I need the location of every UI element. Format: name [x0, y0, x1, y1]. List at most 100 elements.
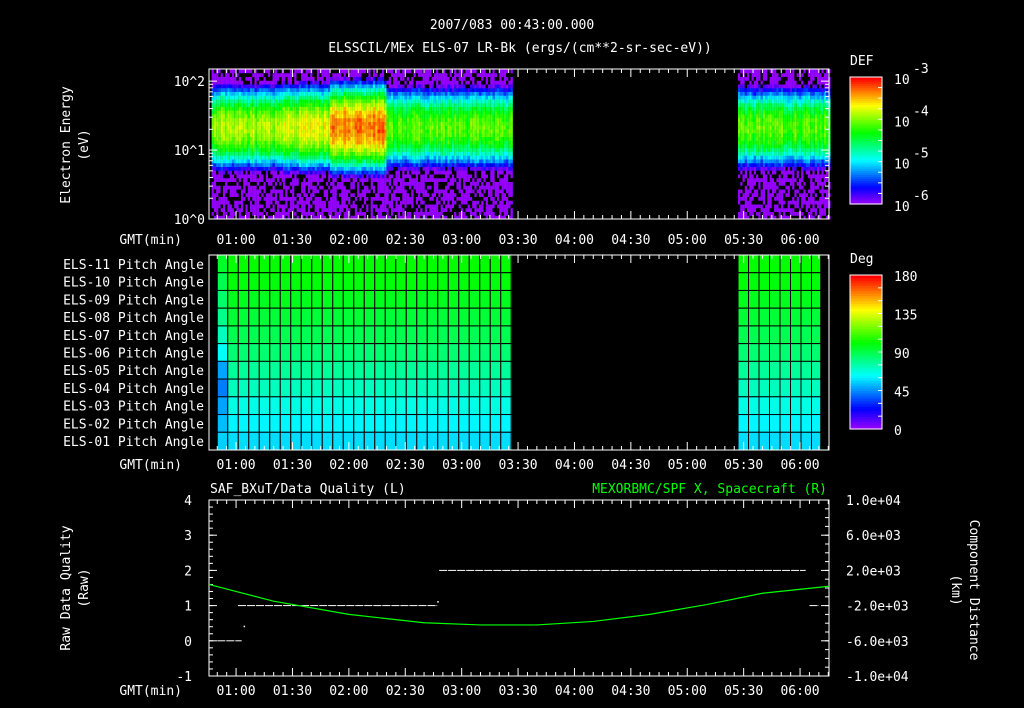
spectrogram-cell — [458, 185, 461, 190]
spectrogram-cell — [341, 185, 344, 190]
spectrogram-cell — [272, 76, 275, 81]
spectrogram-cell — [325, 99, 329, 104]
spectrogram-cell — [218, 140, 221, 145]
spectrogram-cell — [240, 147, 244, 152]
spectrogram-cell — [400, 87, 403, 92]
spectrogram-cell — [256, 87, 260, 92]
spectrogram-cell — [227, 189, 230, 194]
spectrogram-cell — [238, 129, 242, 134]
spectrogram-cell — [447, 80, 450, 85]
spectrogram-cell — [404, 121, 407, 126]
spectrogram-cell — [436, 155, 439, 160]
spectrogram-cell — [476, 166, 480, 171]
spectrogram-cell — [227, 117, 230, 122]
spectrogram-cell — [336, 69, 340, 74]
spectrogram-cell — [451, 117, 455, 122]
spectrogram-cell — [445, 76, 448, 81]
spectrogram-cell — [263, 200, 266, 205]
spectrogram-cell — [343, 110, 346, 115]
spectrogram-cell — [240, 196, 244, 201]
spectrogram-cell — [454, 121, 457, 126]
spectrogram-cell — [363, 136, 367, 141]
spectrogram-cell — [279, 91, 282, 96]
spectrogram-cell — [261, 155, 264, 160]
spectrogram-cell — [289, 87, 293, 92]
spectrogram-cell — [323, 121, 326, 126]
spectrogram-cell — [483, 204, 486, 209]
spectrogram-cell — [341, 72, 344, 77]
spectrogram-cell — [413, 170, 416, 175]
spectrogram-cell — [316, 106, 320, 111]
spectrogram-cell — [298, 125, 302, 130]
spectrogram-cell — [465, 140, 468, 145]
spectrogram-cell — [298, 99, 302, 104]
spectrogram-cell — [438, 114, 441, 119]
spectrogram-cell — [256, 117, 260, 122]
spectrogram-cell — [279, 166, 282, 171]
spectrogram-cell — [216, 155, 219, 160]
spectrogram-cell — [234, 170, 237, 175]
spectrogram-cell — [397, 170, 401, 175]
spectrogram-cell — [220, 196, 223, 201]
spectrogram-cell — [458, 166, 461, 171]
spectrogram-cell — [381, 99, 385, 104]
spectrogram-cell — [249, 102, 253, 107]
spectrogram-cell — [413, 189, 416, 194]
spectrogram-cell — [298, 114, 302, 119]
spectrogram-cell — [361, 117, 364, 122]
spectrogram-cell — [303, 177, 306, 182]
spectrogram-cell — [301, 125, 304, 130]
spectrogram-cell — [485, 76, 489, 81]
spectrogram-cell — [357, 192, 360, 197]
spectrogram-cell — [381, 136, 385, 141]
spectrogram-cell — [402, 91, 405, 96]
spectrogram-cell — [307, 196, 311, 201]
spectrogram-cell — [487, 189, 491, 194]
spectrogram-cell — [348, 196, 351, 201]
spectrogram-cell — [433, 140, 437, 145]
spectrogram-cell — [348, 87, 351, 92]
spectrogram-cell — [395, 114, 398, 119]
spectrogram-cell — [301, 87, 304, 92]
spectrogram-cell — [234, 140, 237, 145]
spectrogram-cell — [454, 174, 457, 179]
spectrogram-cell — [343, 114, 346, 119]
spectrogram-cell — [467, 196, 470, 201]
spectrogram-cell — [341, 211, 344, 216]
spectrogram-cell — [427, 159, 430, 164]
spectrogram-cell — [375, 192, 378, 197]
spectrogram-cell — [234, 114, 237, 119]
spectrogram-cell — [252, 87, 255, 92]
spectrogram-cell — [449, 69, 452, 74]
spectrogram-cell — [377, 200, 380, 205]
spectrogram-cell — [415, 132, 419, 137]
spectrogram-cell — [285, 91, 288, 96]
spectrogram-cell — [447, 84, 450, 89]
spectrogram-cell — [472, 99, 475, 104]
spectrogram-cell — [438, 72, 441, 77]
spectrogram-cell — [350, 69, 353, 74]
spectrogram-cell — [213, 200, 217, 205]
spectrogram-cell — [449, 121, 452, 126]
spectrogram-cell — [211, 200, 214, 205]
spectrogram-cell — [336, 140, 340, 145]
spectrogram-cell — [485, 84, 489, 89]
spectrogram-cell — [352, 162, 355, 167]
spectrogram-cell — [393, 72, 396, 77]
spectrogram-cell — [422, 189, 425, 194]
spectrogram-cell — [225, 110, 228, 115]
spectrogram-cell — [427, 196, 430, 201]
spectrogram-cell — [345, 155, 349, 160]
spectrogram-cell — [402, 196, 405, 201]
spectrogram-cell — [298, 192, 302, 197]
spectrogram-cell — [319, 76, 322, 81]
spectrogram-cell — [379, 129, 382, 134]
spectrogram-cell — [472, 147, 475, 152]
spectrogram-cell — [211, 110, 214, 115]
spectrogram-cell — [303, 69, 306, 74]
spectrogram-cell — [474, 185, 477, 190]
spectrogram-cell — [316, 80, 320, 85]
spectrogram-cell — [386, 174, 389, 179]
spectrogram-cell — [481, 144, 484, 149]
spectrogram-cell — [289, 204, 293, 209]
